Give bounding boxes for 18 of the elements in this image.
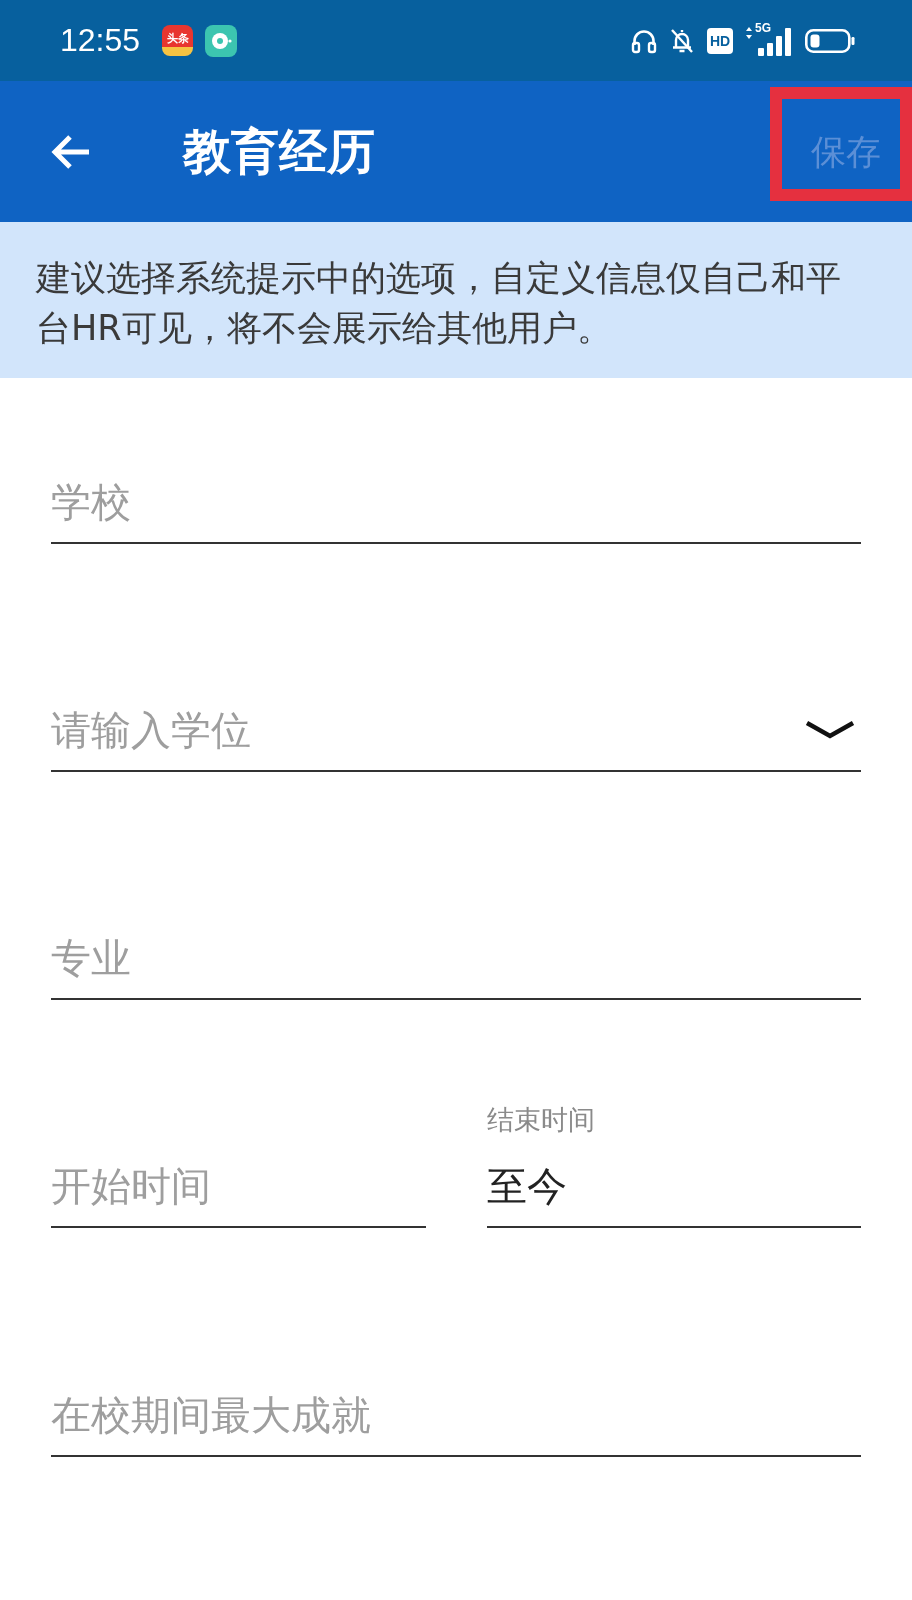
date-field[interactable]: 开始时间: [51, 1158, 426, 1228]
bell-off-icon: [670, 27, 694, 54]
page-title: 教育经历: [183, 122, 375, 181]
network-type: 5G: [755, 21, 771, 35]
news-app-logo: 头条: [162, 25, 194, 56]
input-field[interactable]: 在校期间最大成就: [51, 1387, 861, 1457]
input-field[interactable]: 学校: [51, 474, 861, 544]
dropdown-field[interactable]: 请输入学位: [51, 702, 861, 772]
notice-text: 建议选择系统提示中的选项，自定义信息仅自己和平台HR可见，将不会展示给其他用户。: [36, 257, 842, 350]
chevron-down-icon: [805, 720, 855, 740]
battery-icon: [805, 27, 855, 54]
signal-icon: [746, 25, 792, 56]
headphones-icon: [631, 27, 657, 54]
disc-app-icon: [205, 24, 238, 57]
date-field[interactable]: 结束时间 至今: [486, 1103, 861, 1228]
hd-indicator: HD: [707, 27, 733, 54]
clock: 12:55: [60, 22, 141, 59]
input-field[interactable]: 专业: [51, 930, 861, 1000]
